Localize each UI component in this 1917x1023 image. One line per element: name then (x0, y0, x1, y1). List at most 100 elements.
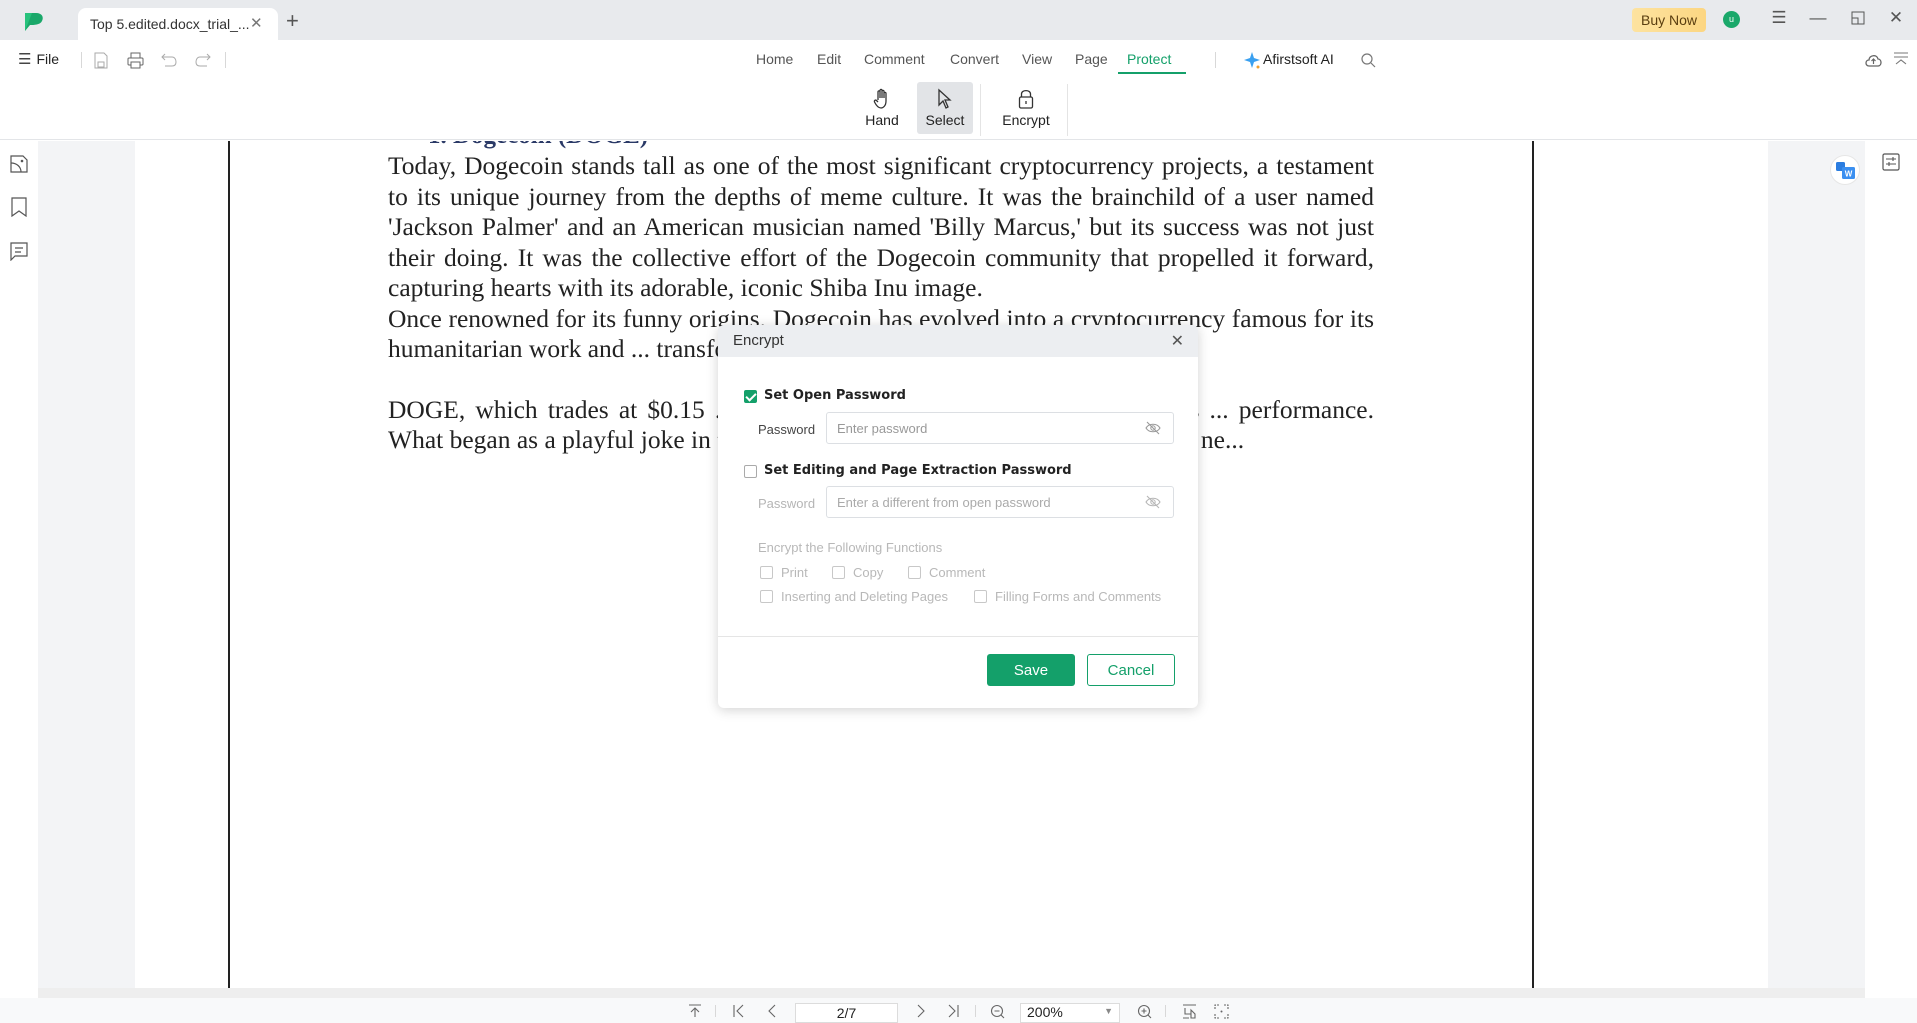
cloud-upload-icon[interactable] (1864, 51, 1883, 68)
fullscreen-icon[interactable] (1214, 1004, 1229, 1019)
comment-label: Comment (929, 565, 986, 580)
cancel-button[interactable]: Cancel (1087, 654, 1175, 686)
svg-text:W: W (1845, 170, 1853, 179)
edit-password-label: Set Editing and Page Extraction Password (764, 463, 1072, 478)
encrypt-dialog: Encrypt ✕ Set Open Password Password Set… (718, 325, 1198, 708)
redo-icon[interactable] (195, 53, 211, 67)
open-password-label: Set Open Password (764, 388, 906, 403)
menu-comment[interactable]: Comment (864, 51, 925, 67)
status-bar: 200% ▼ (0, 998, 1917, 1023)
insert-delete-pages-checkbox[interactable] (760, 590, 773, 603)
encrypt-tool-button[interactable]: Encrypt (994, 82, 1058, 134)
properties-panel-icon[interactable] (1882, 153, 1900, 171)
ai-assistant-button[interactable]: Afirstsoft AI (1263, 51, 1334, 67)
document-tab[interactable]: Top 5.edited.docx_trial_... ✕ (78, 8, 278, 40)
divider (1165, 1005, 1166, 1017)
edit-password-field-label: Password (758, 496, 816, 511)
hide-password-icon[interactable] (1145, 494, 1161, 510)
open-password-checkbox[interactable] (744, 390, 757, 403)
fill-forms-checkbox[interactable] (974, 590, 987, 603)
zoom-out-icon[interactable] (990, 1004, 1005, 1019)
restore-icon[interactable] (1846, 8, 1870, 30)
edit-password-checkbox[interactable] (744, 465, 757, 478)
encrypt-tool-label: Encrypt (1002, 112, 1050, 128)
save-icon[interactable] (93, 52, 109, 69)
buy-now-button[interactable]: Buy Now (1632, 8, 1706, 32)
close-dialog-icon[interactable]: ✕ (1171, 331, 1184, 351)
menu-page[interactable]: Page (1075, 51, 1108, 67)
next-page-icon[interactable] (914, 1004, 928, 1018)
print-checkbox[interactable] (760, 566, 773, 579)
comment-checkbox[interactable] (908, 566, 921, 579)
divider (225, 52, 226, 68)
dialog-title: Encrypt (733, 332, 784, 349)
menu-convert[interactable]: Convert (950, 51, 999, 67)
select-tool-button[interactable]: Select (917, 82, 973, 134)
hide-password-icon[interactable] (1145, 420, 1161, 436)
save-button[interactable]: Save (987, 654, 1075, 686)
last-page-icon[interactable] (946, 1004, 960, 1018)
first-page-icon[interactable] (732, 1004, 746, 1018)
horizontal-scrollbar[interactable] (38, 988, 1865, 998)
hand-tool-button[interactable]: Hand (854, 82, 910, 134)
comment-icon[interactable] (9, 241, 29, 261)
close-window-icon[interactable]: ✕ (1884, 8, 1908, 28)
file-label: File (36, 51, 60, 67)
file-menu-button[interactable]: ☰ File (18, 50, 59, 68)
cursor-icon (938, 88, 952, 109)
previous-page-icon[interactable] (765, 1004, 779, 1018)
avatar[interactable]: u (1723, 11, 1740, 28)
menu-home[interactable]: Home (756, 51, 793, 67)
divider (715, 1005, 716, 1017)
divider (81, 52, 82, 68)
dialog-header[interactable]: Encrypt ✕ (718, 325, 1198, 357)
page-border-right (1532, 141, 1534, 988)
open-password-field-label: Password (758, 422, 816, 437)
pdf-to-word-icon: W (1836, 162, 1855, 179)
copy-label: Copy (853, 565, 884, 580)
menu-protect[interactable]: Protect (1127, 51, 1171, 67)
edit-password-input[interactable] (826, 486, 1174, 518)
print-icon[interactable] (127, 52, 144, 69)
active-tab-indicator (1118, 72, 1186, 74)
copy-checkbox[interactable] (832, 566, 845, 579)
left-sidebar (0, 141, 38, 998)
bookmark-icon[interactable] (9, 197, 29, 217)
menu-view[interactable]: View (1022, 51, 1052, 67)
fill-forms-label: Filling Forms and Comments (995, 589, 1162, 604)
ai-sparkle-icon (1244, 52, 1260, 69)
zoom-level-value: 200% (1027, 1004, 1063, 1020)
app-logo-icon (25, 13, 43, 31)
fit-page-icon[interactable] (1182, 1004, 1197, 1019)
insert-delete-pages-label: Inserting and Deleting Pages (781, 589, 948, 604)
ribbon-toolbar: ☰ File Home Edit Comment Convert View Pag… (0, 40, 1917, 140)
section-heading: 1. Dogecoin (DOGE) (388, 141, 1374, 151)
functions-title: Encrypt the Following Functions (758, 540, 943, 555)
document-gutter-right: W (1768, 141, 1865, 988)
pdf-to-word-button[interactable]: W (1830, 155, 1860, 185)
minimize-icon[interactable]: — (1806, 8, 1830, 28)
zoom-level-select[interactable]: 200% ▼ (1020, 1003, 1120, 1023)
open-password-input[interactable] (826, 412, 1174, 444)
close-tab-icon[interactable]: ✕ (250, 14, 263, 32)
divider (980, 84, 981, 136)
divider (975, 1005, 976, 1017)
select-tool-label: Select (925, 112, 965, 128)
divider (1067, 84, 1068, 136)
hamburger-menu-icon[interactable]: ☰ (1767, 8, 1791, 28)
scroll-to-top-icon[interactable] (688, 1004, 702, 1018)
title-bar: Top 5.edited.docx_trial_... ✕ + Buy Now … (0, 0, 1917, 40)
page-number-input[interactable] (795, 1003, 898, 1023)
new-tab-button[interactable]: + (286, 8, 299, 34)
divider (1215, 52, 1216, 68)
paragraph-text: DOGE, which trades at $0.15 ... (388, 394, 735, 424)
zoom-in-icon[interactable] (1137, 1004, 1152, 1019)
menu-edit[interactable]: Edit (817, 51, 841, 67)
dialog-divider (718, 636, 1198, 637)
right-sidebar (1865, 141, 1917, 998)
search-icon[interactable] (1361, 53, 1376, 68)
undo-icon[interactable] (161, 53, 177, 67)
thumbnail-icon[interactable] (9, 154, 29, 174)
chevron-down-icon: ▼ (1104, 1006, 1113, 1016)
collapse-ribbon-icon[interactable] (1893, 51, 1909, 67)
